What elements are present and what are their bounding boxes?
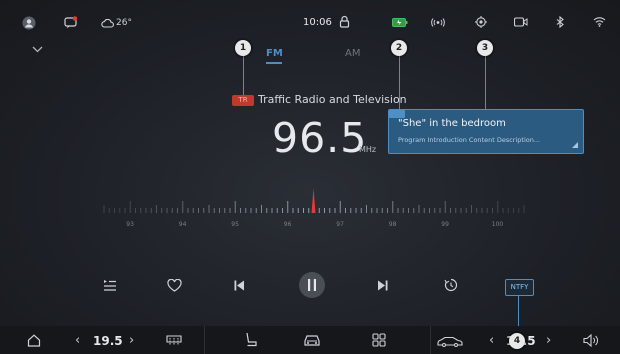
timer-icon[interactable] (444, 278, 458, 292)
rear-defrost-icon[interactable] (166, 333, 182, 347)
bottom-bar-divider (430, 326, 431, 354)
seat-icon[interactable] (244, 332, 258, 347)
tuner-label: 93 (126, 221, 134, 228)
weather-temp: 26° (116, 18, 132, 28)
playlist-icon[interactable] (103, 278, 117, 292)
volume-icon[interactable] (583, 334, 599, 347)
clock: 10:06 (303, 17, 332, 28)
tab-fm[interactable]: FM (266, 48, 283, 59)
car-side-icon[interactable] (437, 336, 463, 347)
station-name: Traffic Radio and Television (258, 93, 407, 106)
tuner-needle (311, 188, 316, 213)
apps-grid-icon[interactable] (372, 333, 386, 347)
tuner-label: 100 (491, 221, 504, 228)
program-info-card[interactable]: "She" in the bedroom Program Introductio… (388, 109, 584, 154)
pause-button[interactable] (299, 272, 325, 298)
marker-3-line (485, 55, 486, 109)
annotation-marker-3: 3 (477, 40, 493, 56)
frequency-unit: MHz (359, 145, 377, 154)
broadcast-icon (431, 18, 445, 27)
annotation-marker-4: 4 (509, 333, 525, 349)
resize-corner-icon (572, 142, 578, 148)
tuner-label: 98 (388, 221, 397, 228)
right-temp-down-button[interactable]: ‹ (489, 333, 494, 348)
bottom-bar-divider (204, 326, 205, 354)
message-heart-icon[interactable] (64, 16, 78, 29)
tuner-label: 99 (441, 221, 449, 228)
location-icon (475, 16, 487, 28)
program-card-tag (389, 110, 405, 118)
collapse-chevron-icon[interactable] (32, 46, 43, 53)
lock-icon (339, 15, 350, 28)
tab-fm-underline (266, 62, 282, 64)
annotation-marker-1: 1 (235, 40, 251, 56)
station-logo-badge: TR (232, 95, 254, 106)
car-icon[interactable] (303, 333, 321, 347)
left-temp-value: 19.5 (93, 334, 123, 348)
tab-am[interactable]: AM (345, 48, 360, 59)
left-temp-down-button[interactable]: ‹ (75, 333, 80, 348)
pause-icon (308, 279, 316, 291)
camera-icon (514, 17, 528, 27)
tuner-label: 96 (283, 221, 292, 228)
radio-screen: 26° 10:06 FM AM TR Traffic Radio and Tel… (0, 0, 620, 354)
previous-icon[interactable] (234, 280, 244, 291)
left-temp-up-button[interactable]: › (129, 333, 134, 348)
tuner-scale[interactable] (0, 185, 620, 215)
next-icon[interactable] (378, 280, 388, 291)
bluetooth-icon (556, 16, 564, 28)
battery-icon (392, 18, 408, 27)
heart-icon[interactable] (167, 279, 182, 292)
tuner-label: 97 (336, 221, 344, 228)
avatar-icon[interactable] (22, 16, 36, 30)
home-icon[interactable] (27, 334, 41, 347)
tuner-label: 95 (231, 221, 239, 228)
cloud-icon (101, 19, 114, 28)
marker-2-line (399, 55, 400, 110)
program-title: "She" in the bedroom (398, 118, 506, 129)
marker-1-line (243, 55, 244, 95)
notify-button[interactable]: NTFY (505, 279, 534, 296)
right-temp-up-button[interactable]: › (546, 333, 551, 348)
program-description: Program Introduction Content Description… (398, 136, 541, 144)
tuner-label: 94 (178, 221, 187, 228)
wifi-icon (593, 17, 606, 27)
annotation-marker-2: 2 (391, 40, 407, 56)
frequency-display: 96.5 (272, 114, 368, 162)
